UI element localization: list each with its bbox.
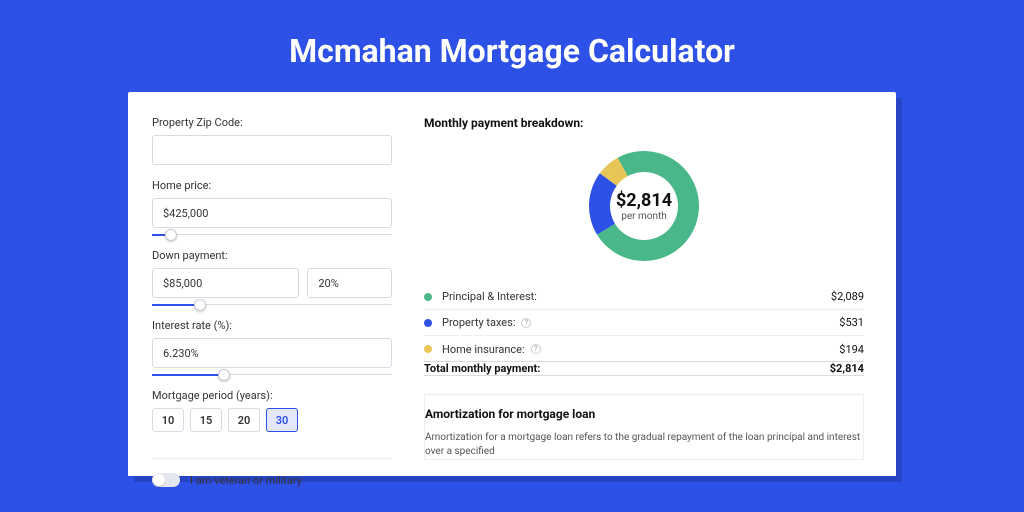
- legend-row: Home insurance:?$194: [424, 336, 864, 362]
- legend-label: Home insurance:?: [442, 343, 839, 356]
- home-price-slider[interactable]: [152, 234, 392, 235]
- period-label: Mortgage period (years):: [152, 389, 392, 402]
- veteran-toggle[interactable]: [152, 473, 180, 487]
- legend-swatch: [424, 345, 432, 353]
- interest-input[interactable]: [152, 338, 392, 368]
- amortization-desc: Amortization for a mortgage loan refers …: [425, 431, 863, 459]
- down-payment-group: Down payment:: [152, 249, 392, 305]
- zip-label: Property Zip Code:: [152, 116, 392, 129]
- interest-label: Interest rate (%):: [152, 319, 392, 332]
- donut-chart: $2,814 per month: [584, 146, 704, 266]
- period-option-20[interactable]: 20: [228, 408, 260, 432]
- help-icon[interactable]: ?: [531, 344, 541, 354]
- center-amount: $2,814: [616, 190, 672, 211]
- interest-group: Interest rate (%):: [152, 319, 392, 375]
- legend-row: Property taxes:?$531: [424, 310, 864, 336]
- down-payment-amount-input[interactable]: [152, 268, 299, 298]
- center-sub: per month: [621, 211, 667, 222]
- home-price-group: Home price:: [152, 179, 392, 235]
- home-price-input[interactable]: [152, 198, 392, 228]
- breakdown-title: Monthly payment breakdown:: [424, 116, 864, 130]
- down-payment-label: Down payment:: [152, 249, 392, 262]
- legend-swatch: [424, 293, 432, 301]
- zip-input[interactable]: [152, 135, 392, 165]
- down-payment-slider[interactable]: [152, 304, 392, 305]
- legend-value: $2,089: [831, 290, 864, 303]
- toggle-knob: [153, 474, 165, 486]
- home-price-label: Home price:: [152, 179, 392, 192]
- help-icon[interactable]: ?: [521, 318, 531, 328]
- legend-swatch: [424, 319, 432, 327]
- total-row: Total monthly payment: $2,814: [424, 361, 864, 376]
- total-value: $2,814: [830, 362, 864, 375]
- breakdown-panel: Monthly payment breakdown: $2,814 per mo…: [424, 116, 864, 452]
- period-option-30[interactable]: 30: [266, 408, 298, 432]
- legend: Principal & Interest:$2,089Property taxe…: [424, 284, 864, 362]
- legend-row: Principal & Interest:$2,089: [424, 284, 864, 310]
- amortization-section: Amortization for mortgage loan Amortizat…: [424, 394, 864, 460]
- period-option-10[interactable]: 10: [152, 408, 184, 432]
- legend-label: Property taxes:?: [442, 316, 839, 329]
- interest-slider[interactable]: [152, 374, 392, 375]
- amortization-title: Amortization for mortgage loan: [425, 407, 863, 421]
- inputs-panel: Property Zip Code: Home price: Down paym…: [152, 116, 392, 452]
- legend-label: Principal & Interest:: [442, 290, 831, 303]
- zip-group: Property Zip Code:: [152, 116, 392, 165]
- period-group: Mortgage period (years): 10152030: [152, 389, 392, 432]
- veteran-row: I am veteran or military: [152, 458, 392, 487]
- down-payment-pct-input[interactable]: [307, 268, 392, 298]
- period-options: 10152030: [152, 408, 392, 432]
- calculator-card: Property Zip Code: Home price: Down paym…: [128, 92, 896, 476]
- legend-value: $531: [839, 316, 864, 329]
- legend-value: $194: [839, 343, 864, 356]
- veteran-label: I am veteran or military: [190, 474, 302, 487]
- donut-wrap: $2,814 per month: [424, 146, 864, 266]
- page-title: Mcmahan Mortgage Calculator: [289, 0, 735, 92]
- period-option-15[interactable]: 15: [190, 408, 222, 432]
- total-label: Total monthly payment:: [424, 362, 830, 375]
